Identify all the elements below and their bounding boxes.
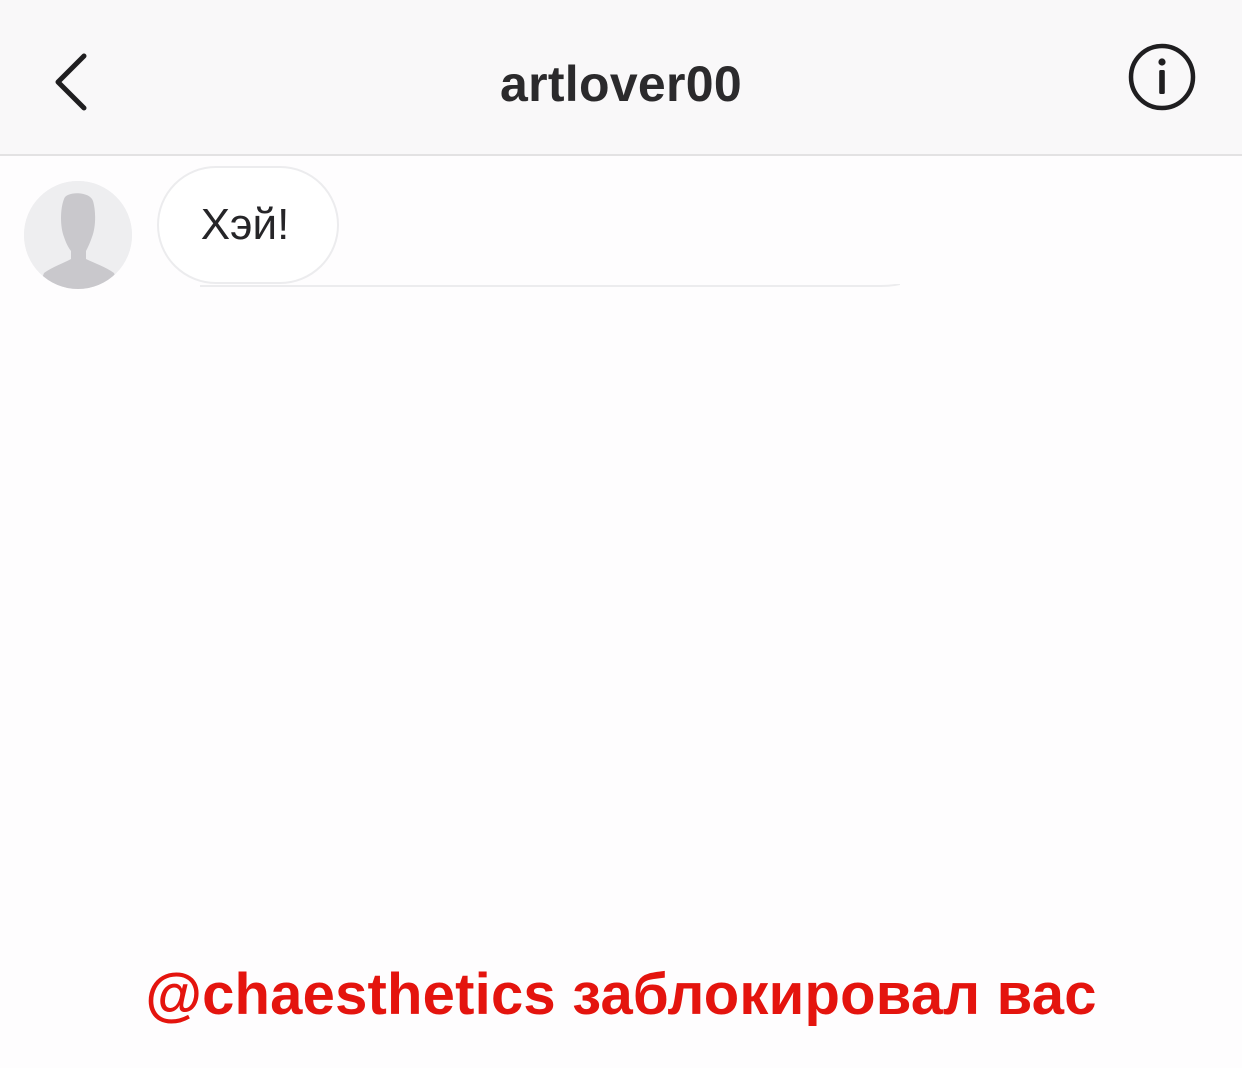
default-avatar-icon	[24, 181, 132, 289]
message-bubble[interactable]: Хэй!	[157, 166, 339, 284]
blocked-notice: @chaesthetics заблокировал вас	[145, 962, 1097, 1027]
info-circle-icon	[1128, 43, 1196, 111]
message-bubble-underline	[200, 284, 900, 287]
message-text: Хэй!	[200, 200, 290, 249]
info-button[interactable]	[1127, 42, 1197, 112]
chat-screen: artlover00 Хэй! @chaesthetics заблокиров…	[0, 0, 1242, 1068]
avatar[interactable]	[24, 181, 132, 289]
chat-header: artlover00	[0, 0, 1242, 156]
page-title[interactable]: artlover00	[0, 54, 1242, 114]
